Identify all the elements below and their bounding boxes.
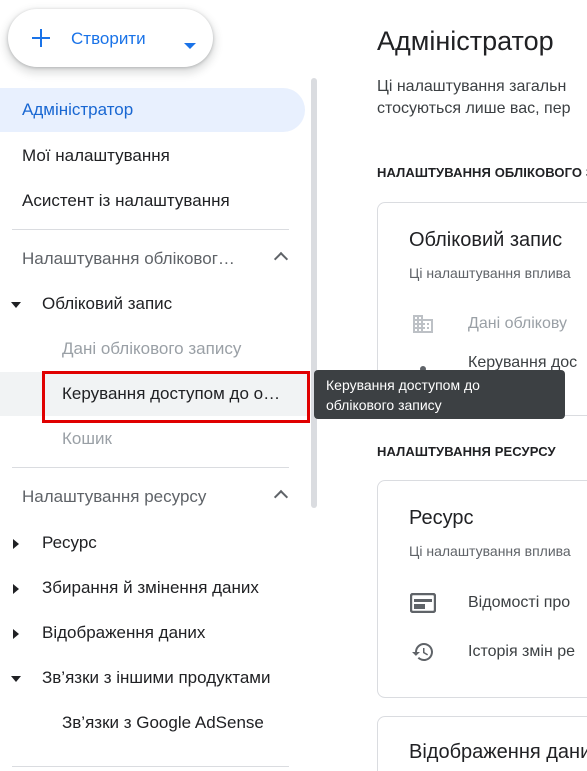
sidebar-section-property-settings[interactable]: Налаштування ресурсу (0, 475, 300, 519)
sidebar-divider (12, 229, 289, 230)
expand-arrow-icon (13, 539, 19, 549)
sidebar-item-product-links[interactable]: Зв’язки з іншими продуктами (0, 656, 270, 700)
display-card: Відображення дани (377, 716, 587, 771)
sidebar-item-account-details[interactable]: Дані облікового запису (0, 327, 241, 371)
section-label: Налаштування обліковог… (22, 249, 235, 268)
expand-arrow-icon (13, 629, 19, 639)
sidebar-scrollbar[interactable] (311, 78, 317, 508)
sidebar-item-data-display[interactable]: Відображення даних (0, 611, 205, 655)
details-icon (408, 591, 438, 615)
page-intro: Ці налаштування загальн стосуються лише … (377, 76, 571, 120)
card-title: Відображення дани (409, 741, 587, 763)
account-settings-heading: НАЛАШТУВАННЯ ОБЛІКОВОГО З (377, 165, 587, 180)
sidebar-item-trash[interactable]: Кошик (0, 417, 112, 461)
sidebar-item-account[interactable]: Обліковий запис (0, 282, 172, 326)
sidebar-divider (12, 467, 289, 468)
tree-label: Відображення даних (42, 623, 206, 642)
sidebar-item-my-settings[interactable]: Мої налаштування (0, 134, 170, 178)
card-link-label: Відомості про (468, 594, 571, 611)
sidebar-item-data-collection[interactable]: Збирання й змінення даних (0, 566, 259, 610)
chevron-up-icon (273, 489, 289, 505)
expand-arrow-icon (11, 676, 21, 682)
card-link-account-details[interactable]: Дані облікову (408, 309, 567, 339)
card-link-label: Історія змін ре (468, 643, 576, 660)
create-button-label: Створити (71, 29, 146, 48)
sidebar-item-adsense-links[interactable]: Зв’язки з Google AdSense (0, 701, 264, 745)
history-icon (408, 640, 438, 664)
sidebar-item-admin[interactable]: Адміністратор (0, 88, 305, 132)
tooltip: Керування доступом до облікового запису (314, 370, 565, 419)
expand-arrow-icon (11, 302, 21, 308)
card-link-property-details[interactable]: Відомості про (408, 588, 570, 618)
card-description: Ці налаштування вплива (409, 265, 571, 281)
expand-arrow-icon (13, 584, 19, 594)
tree-label: Обліковий запис (42, 294, 173, 313)
chevron-down-icon (184, 43, 196, 49)
sidebar-item-setup-assistant[interactable]: Асистент із налаштування (0, 179, 230, 223)
chevron-up-icon (273, 251, 289, 267)
intro-line: Ці налаштування загальн (377, 78, 567, 95)
tree-label: Зв’язки з іншими продуктами (42, 668, 271, 687)
sidebar-item-property[interactable]: Ресурс (0, 521, 97, 565)
property-card: Ресурс Ці налаштування вплива Відомості … (377, 480, 587, 698)
tree-label: Збирання й змінення даних (42, 578, 259, 597)
sidebar-divider (12, 766, 289, 767)
tooltip-line: облікового запису (326, 397, 442, 413)
sidebar-section-account-settings[interactable]: Налаштування обліковог… (0, 237, 300, 281)
page-title: Адміністратор (377, 26, 554, 56)
card-link-change-history[interactable]: Історія змін ре (408, 637, 575, 667)
section-label: Налаштування ресурсу (22, 487, 207, 506)
card-title: Обліковий запис (409, 229, 563, 251)
tooltip-line: Керування доступом до (326, 377, 480, 393)
card-title: Ресурс (409, 507, 474, 529)
property-settings-heading: НАЛАШТУВАННЯ РЕСУРСУ (377, 444, 556, 459)
highlight-annotation (42, 371, 310, 423)
card-description: Ці налаштування вплива (409, 543, 571, 559)
building-icon (408, 312, 438, 336)
create-button[interactable]: Створити (8, 9, 213, 67)
card-link-label: Дані облікову (468, 315, 568, 332)
intro-line: стосуються лише вас, пер (377, 100, 571, 117)
plus-icon (32, 29, 50, 47)
tree-label: Ресурс (42, 533, 97, 552)
